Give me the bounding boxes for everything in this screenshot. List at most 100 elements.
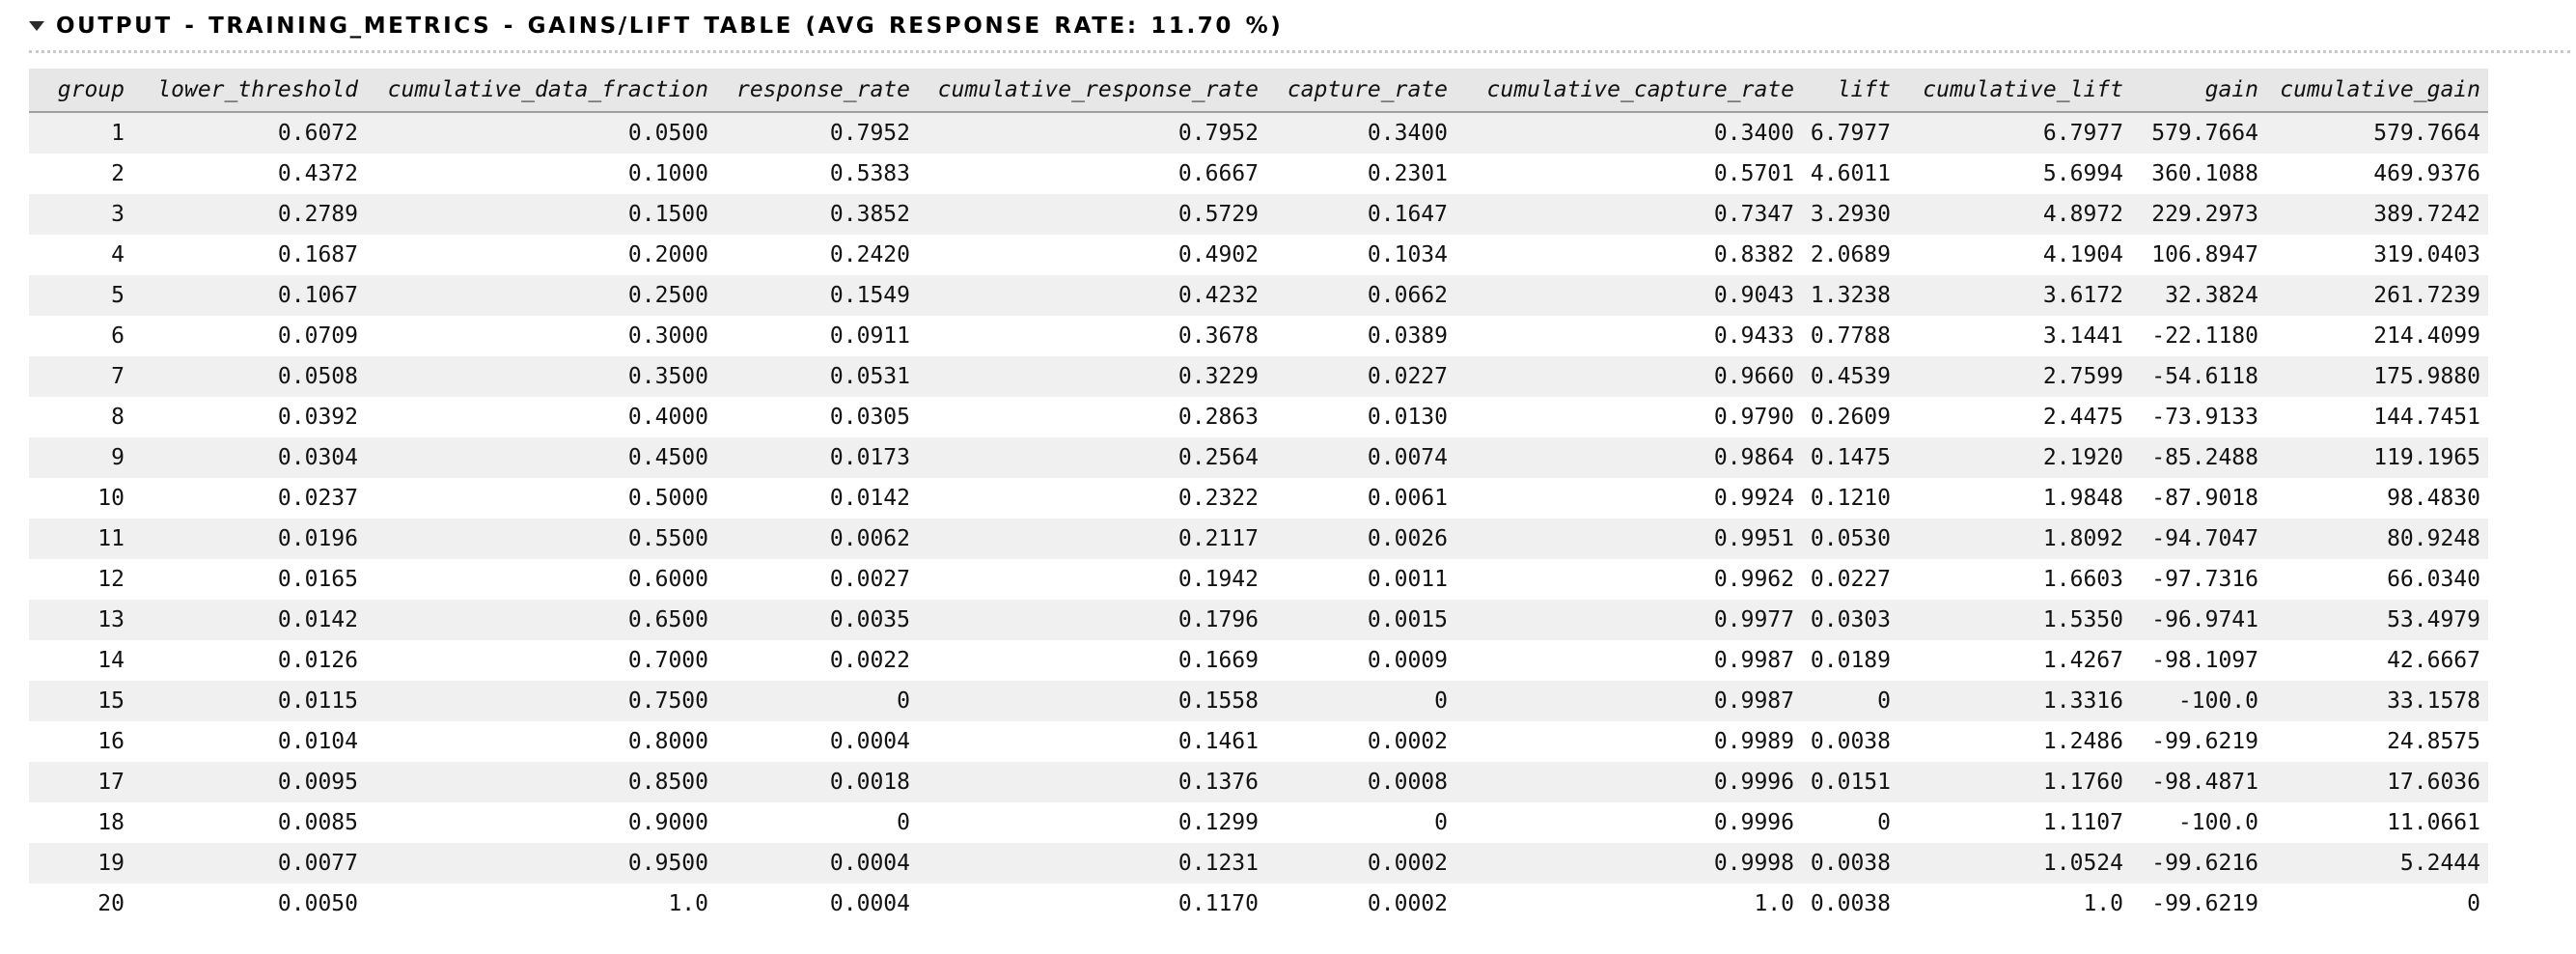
table-cell: 16	[29, 721, 132, 762]
table-cell: -100.0	[2131, 802, 2266, 843]
table-cell: 3.1441	[1898, 316, 2131, 356]
table-cell: 4.1904	[1898, 235, 2131, 275]
table-cell: 0.4000	[366, 397, 716, 437]
table-cell: 98.4830	[2266, 478, 2488, 519]
table-cell: 0.1500	[366, 194, 716, 235]
table-cell: 0.2609	[1802, 397, 1898, 437]
table-cell: 0.9987	[1455, 681, 1802, 721]
table-cell: 0.9996	[1455, 802, 1802, 843]
table-row: 110.01960.55000.00620.21170.00260.99510.…	[29, 519, 2488, 559]
table-cell: 7	[29, 356, 132, 397]
table-cell: 0	[1266, 802, 1455, 843]
table-cell: 0.4500	[366, 437, 716, 478]
table-cell: 0.0009	[1266, 640, 1455, 681]
table-cell: 1.0	[366, 884, 716, 924]
table-cell: 261.7239	[2266, 275, 2488, 316]
table-cell: 0.0077	[132, 843, 366, 884]
table-cell: 0.1170	[918, 884, 1266, 924]
table-cell: 0.9864	[1455, 437, 1802, 478]
table-cell: 0.6072	[132, 112, 366, 154]
table-cell: 0.1647	[1266, 194, 1455, 235]
table-cell: 0.9962	[1455, 559, 1802, 600]
table-cell: 0.3229	[918, 356, 1266, 397]
table-cell: 0.0237	[132, 478, 366, 519]
table-cell: 24.8575	[2266, 721, 2488, 762]
table-cell: 0.9998	[1455, 843, 1802, 884]
table-cell: 0.9790	[1455, 397, 1802, 437]
table-cell: 0.1000	[366, 154, 716, 194]
table-cell: -97.7316	[2131, 559, 2266, 600]
table-row: 70.05080.35000.05310.32290.02270.96600.4…	[29, 356, 2488, 397]
table-cell: 4	[29, 235, 132, 275]
table-cell: 0.6500	[366, 600, 716, 640]
table-cell: 20	[29, 884, 132, 924]
table-cell: 0.4232	[918, 275, 1266, 316]
table-cell: 1.9848	[1898, 478, 2131, 519]
table-cell: 0.3678	[918, 316, 1266, 356]
table-cell: 12	[29, 559, 132, 600]
table-cell: 0.2420	[716, 235, 918, 275]
table-cell: 6	[29, 316, 132, 356]
table-cell: 1.5350	[1898, 600, 2131, 640]
column-header-lower_threshold: lower_threshold	[132, 69, 366, 112]
table-cell: 0.0142	[716, 478, 918, 519]
table-cell: -85.2488	[2131, 437, 2266, 478]
table-cell: -98.4871	[2131, 762, 2266, 802]
table-cell: -96.9741	[2131, 600, 2266, 640]
table-cell: 3.6172	[1898, 275, 2131, 316]
table-cell: 0.2863	[918, 397, 1266, 437]
table-cell: 0.0126	[132, 640, 366, 681]
table-cell: 0.5383	[716, 154, 918, 194]
table-cell: 0.0173	[716, 437, 918, 478]
table-cell: 0.0038	[1802, 721, 1898, 762]
column-header-capture_rate: capture_rate	[1266, 69, 1455, 112]
table-cell: 8	[29, 397, 132, 437]
table-cell: 0.3000	[366, 316, 716, 356]
table-row: 100.02370.50000.01420.23220.00610.99240.…	[29, 478, 2488, 519]
table-cell: 17.6036	[2266, 762, 2488, 802]
table-cell: 175.9880	[2266, 356, 2488, 397]
output-section-toggle[interactable]: OUTPUT - TRAINING_METRICS - GAINS/LIFT T…	[29, 10, 2570, 53]
table-row: 160.01040.80000.00040.14610.00020.99890.…	[29, 721, 2488, 762]
table-cell: 19	[29, 843, 132, 884]
table-cell: 0.1687	[132, 235, 366, 275]
table-cell: 1.1107	[1898, 802, 2131, 843]
table-row: 10.60720.05000.79520.79520.34000.34006.7…	[29, 112, 2488, 154]
table-cell: 0.7347	[1455, 194, 1802, 235]
table-cell: 13	[29, 600, 132, 640]
table-cell: 1.2486	[1898, 721, 2131, 762]
table-cell: 2.0689	[1802, 235, 1898, 275]
gains-lift-table: grouplower_thresholdcumulative_data_frac…	[29, 69, 2488, 924]
table-cell: 0.0050	[132, 884, 366, 924]
table-cell: 0.4372	[132, 154, 366, 194]
table-cell: 0.2000	[366, 235, 716, 275]
table-cell: 5.6994	[1898, 154, 2131, 194]
table-cell: 0.8500	[366, 762, 716, 802]
table-cell: 0.0027	[716, 559, 918, 600]
table-row: 180.00850.900000.129900.999601.1107-100.…	[29, 802, 2488, 843]
table-cell: 0.3400	[1455, 112, 1802, 154]
table-cell: 119.1965	[2266, 437, 2488, 478]
table-cell: 0.7788	[1802, 316, 1898, 356]
table-cell: 0.3400	[1266, 112, 1455, 154]
table-cell: 0.0709	[132, 316, 366, 356]
flow-output-cell: OUTPUT - TRAINING_METRICS - GAINS/LIFT T…	[0, 0, 2576, 924]
table-cell: 0	[1802, 681, 1898, 721]
table-cell: 0.3852	[716, 194, 918, 235]
table-cell: 0.9977	[1455, 600, 1802, 640]
table-cell: 1.0524	[1898, 843, 2131, 884]
table-cell: 11	[29, 519, 132, 559]
table-cell: 0.0530	[1802, 519, 1898, 559]
table-row: 130.01420.65000.00350.17960.00150.99770.…	[29, 600, 2488, 640]
table-cell: 360.1088	[2131, 154, 2266, 194]
table-cell: 0.9660	[1455, 356, 1802, 397]
table-cell: 0.2500	[366, 275, 716, 316]
table-cell: 0.5500	[366, 519, 716, 559]
table-cell: 66.0340	[2266, 559, 2488, 600]
table-cell: 0	[1802, 802, 1898, 843]
table-cell: 0.9000	[366, 802, 716, 843]
table-cell: 0.9989	[1455, 721, 1802, 762]
table-cell: 0.0022	[716, 640, 918, 681]
table-cell: -99.6216	[2131, 843, 2266, 884]
table-cell: 2.7599	[1898, 356, 2131, 397]
